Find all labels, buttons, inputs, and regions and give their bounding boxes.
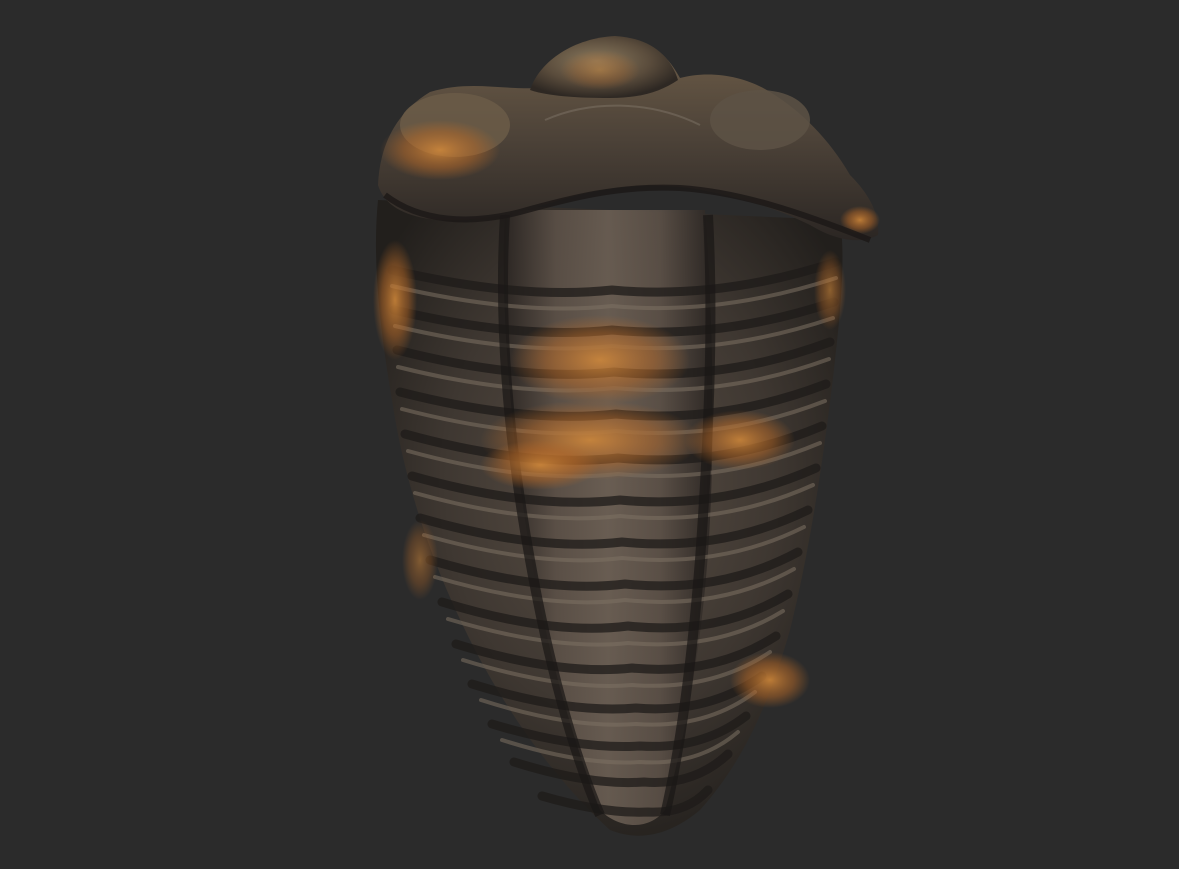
- right-eye-lobe: [710, 90, 810, 150]
- cephalon-rust: [380, 120, 500, 180]
- trilobite-fossil-icon[interactable]: [0, 0, 1179, 869]
- glabella-rust: [560, 50, 640, 90]
- model-viewport[interactable]: [0, 0, 1179, 869]
